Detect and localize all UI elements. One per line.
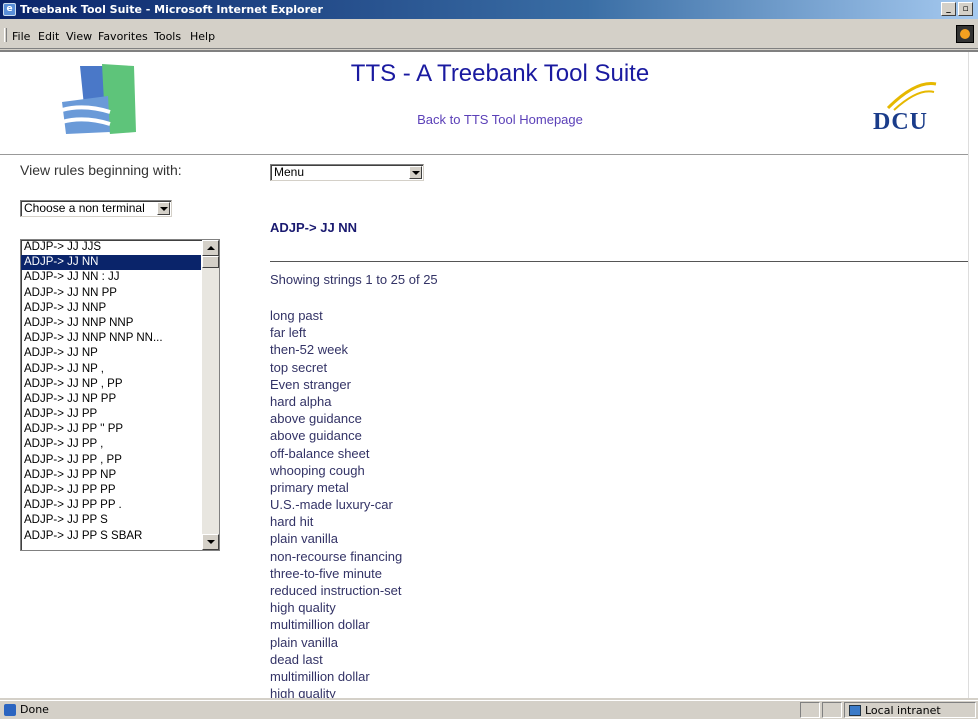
string-item: top secret — [270, 359, 328, 375]
rule-option[interactable]: ADJP-> JJ NN — [21, 255, 201, 271]
intranet-icon — [849, 705, 861, 716]
window-title: Treebank Tool Suite - Microsoft Internet… — [20, 3, 323, 16]
string-item: whooping cough — [270, 462, 365, 478]
restore-button[interactable]: ▫ — [958, 2, 973, 16]
view-rules-label: View rules beginning with: — [20, 162, 182, 178]
string-item: multimillion dollar — [270, 617, 370, 633]
menu-select[interactable]: Menu — [270, 164, 424, 181]
rule-heading: ADJP-> JJ NN — [270, 220, 358, 235]
string-item: long past — [270, 308, 323, 323]
back-to-homepage-link[interactable]: Back to TTS Tool Homepage — [300, 112, 700, 127]
browser-content: TTS - A Treebank Tool Suite Back to TTS … — [0, 50, 978, 698]
tts-logo-icon — [50, 62, 140, 136]
menu-tools[interactable]: Tools — [154, 30, 181, 43]
rule-option[interactable]: ADJP-> JJ NN PP — [21, 286, 201, 301]
menu-view[interactable]: View — [66, 30, 92, 43]
results-count: Showing strings 1 to 25 of 25 — [270, 272, 438, 287]
toolbar-grip[interactable] — [4, 28, 7, 42]
rule-option[interactable]: ADJP-> JJ PP , PP — [21, 453, 201, 468]
string-item: hard hit — [270, 514, 314, 530]
string-item: non-recourse financing — [270, 548, 403, 564]
string-item: plain vanilla — [270, 634, 338, 650]
string-item: off-balance sheet — [270, 445, 370, 461]
zone-pane: Local intranet — [844, 702, 976, 718]
scroll-down-button[interactable] — [202, 534, 219, 550]
status-pane-2 — [822, 702, 842, 718]
menu-edit[interactable]: Edit — [38, 30, 59, 43]
string-item: above guidance — [270, 428, 362, 444]
rule-option[interactable]: ADJP-> JJ NNP NNP NN... — [21, 331, 201, 346]
menu-select-value: Menu — [274, 165, 305, 179]
content-divider — [270, 261, 968, 262]
page-done-icon — [4, 704, 16, 716]
string-item: high quality — [270, 686, 336, 698]
rule-option[interactable]: ADJP-> JJ NP , — [21, 362, 201, 377]
string-item: above guidance — [270, 411, 362, 427]
scroll-up-button[interactable] — [202, 240, 219, 256]
string-item: reduced instruction-set — [270, 583, 402, 598]
status-text: Done — [20, 703, 49, 716]
rule-option[interactable]: ADJP-> JJ PP S SBAR — [21, 529, 201, 544]
rule-option[interactable]: ADJP-> JJ JJS — [21, 240, 201, 255]
string-item: hard alpha — [270, 393, 332, 409]
string-item: multimillion dollar — [270, 668, 370, 684]
ie-throbber-icon — [956, 25, 974, 43]
rule-option[interactable]: ADJP-> JJ PP , — [21, 437, 201, 452]
scrollbar-thumb[interactable] — [202, 256, 219, 268]
header-divider — [0, 154, 968, 155]
string-item: plain vanilla — [270, 531, 338, 547]
rule-option[interactable]: ADJP-> JJ PP '' PP — [21, 422, 201, 437]
rule-option[interactable]: ADJP-> JJ NNP — [21, 301, 201, 316]
string-item: primary metal — [270, 479, 349, 495]
chevron-down-icon[interactable] — [409, 166, 422, 179]
string-item: three-to-five minute — [270, 565, 382, 581]
menu-help[interactable]: Help — [190, 30, 215, 43]
ie-app-icon: e — [3, 3, 16, 16]
chevron-down-icon[interactable] — [157, 202, 170, 215]
rule-option[interactable]: ADJP-> JJ PP NP — [21, 468, 201, 483]
string-list: long past far left then-52 week top secret E… — [270, 307, 402, 698]
rule-option[interactable]: ADJP-> JJ PP — [21, 407, 201, 422]
string-item: dead last — [270, 651, 323, 667]
menu-file[interactable]: File — [12, 30, 30, 43]
status-pane-1 — [800, 702, 820, 718]
nonterminal-select-value: Choose a non terminal — [24, 201, 145, 215]
string-item: then-52 week — [270, 342, 349, 358]
string-item: far left — [270, 325, 307, 341]
menu-favorites[interactable]: Favorites — [98, 30, 148, 43]
nonterminal-select[interactable]: Choose a non terminal — [20, 200, 172, 217]
rule-option[interactable]: ADJP-> JJ NP — [21, 346, 201, 361]
dcu-logo-text: DCU — [873, 109, 928, 135]
rule-option[interactable]: ADJP-> JJ PP PP . — [21, 498, 201, 513]
zone-text: Local intranet — [865, 704, 941, 717]
rule-option[interactable]: ADJP-> JJ PP S — [21, 513, 201, 528]
minimize-button[interactable]: _ — [941, 2, 956, 16]
menubar: File Edit View Favorites Tools Help — [0, 19, 978, 49]
page-scrollbar[interactable] — [968, 52, 978, 698]
string-item: U.S.-made luxury-car — [270, 497, 393, 513]
page-title: TTS - A Treebank Tool Suite — [350, 60, 650, 87]
statusbar: Done Local intranet — [0, 700, 978, 718]
rule-option[interactable]: ADJP-> JJ NNP NNP — [21, 316, 201, 331]
rule-option[interactable]: ADJP-> JJ NP , PP — [21, 377, 201, 392]
window-titlebar: e Treebank Tool Suite - Microsoft Intern… — [0, 0, 978, 19]
string-item: Even stranger — [270, 376, 351, 392]
rule-listbox[interactable]: ADJP-> JJ JJS ADJP-> JJ NN ADJP-> JJ NN : … — [20, 239, 220, 551]
string-item: high quality — [270, 600, 336, 616]
rule-option[interactable]: ADJP-> JJ NN : JJ — [21, 270, 201, 285]
rule-list-scrollbar[interactable] — [202, 240, 219, 550]
rule-option[interactable]: ADJP-> JJ NP PP — [21, 392, 201, 407]
rule-options: ADJP-> JJ JJS ADJP-> JJ NN ADJP-> JJ NN : … — [21, 240, 219, 544]
rule-option[interactable]: ADJP-> JJ PP PP — [21, 483, 201, 498]
